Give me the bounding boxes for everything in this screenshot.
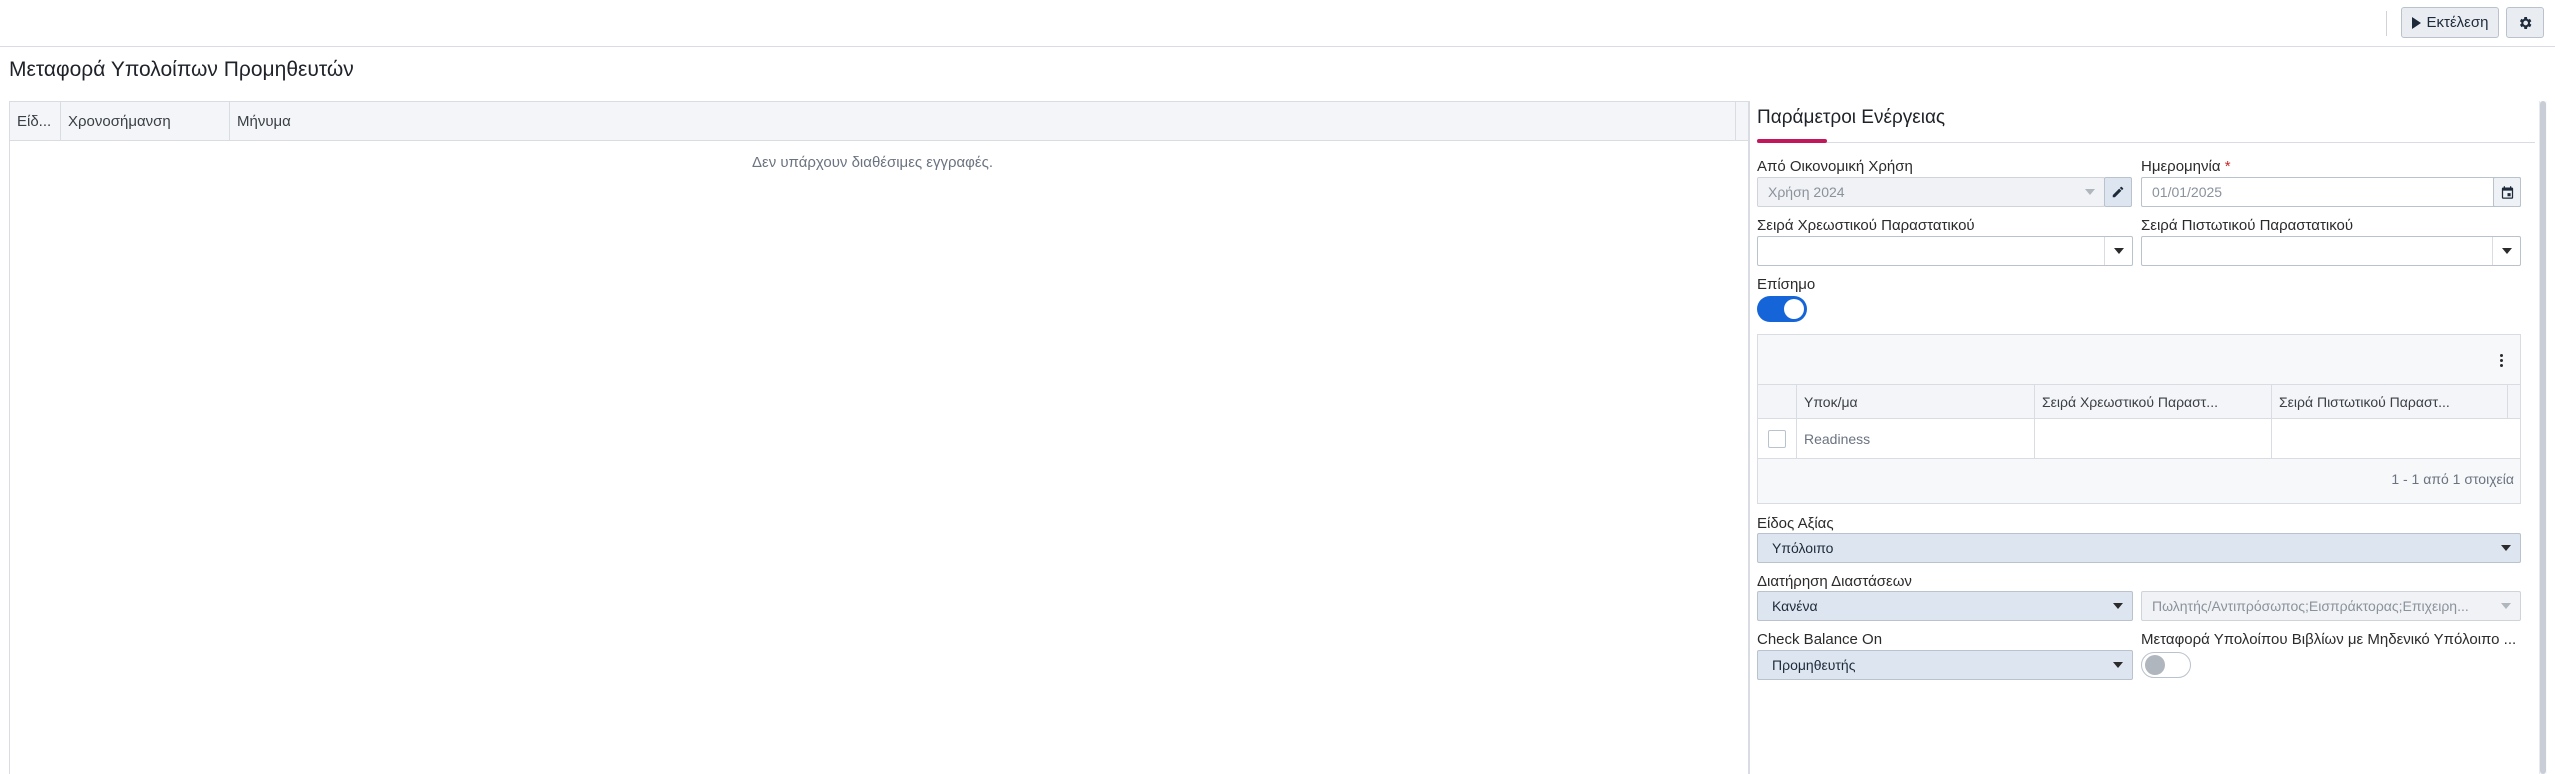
- page-title: Μεταφορά Υπολοίπων Προμηθευτών: [9, 58, 354, 81]
- date-value: 01/01/2025: [2152, 184, 2223, 200]
- row-select-cell: [1758, 419, 1797, 458]
- credit-series-label: Σειρά Πιστωτικού Παραστατικού: [2141, 217, 2354, 234]
- column-header-message[interactable]: Μήνυμα: [230, 102, 1735, 141]
- toggle-knob: [2145, 655, 2165, 675]
- toggle-knob: [1784, 299, 1804, 319]
- branch-cell[interactable]: Readiness: [1797, 419, 2035, 458]
- value-type-label: Είδος Αξίας: [1757, 515, 1834, 532]
- check-balance-on-value: Προμηθευτής: [1772, 657, 1856, 673]
- credit-series-cell[interactable]: [2272, 419, 2522, 458]
- dimensions-detail-value: Πωλητής/Αντιπρόσωπος;Εισπράκτορας;Επιχει…: [2152, 598, 2469, 614]
- toolbar-separator: [2386, 11, 2387, 36]
- required-mark: *: [2224, 158, 2231, 175]
- transfer-zero-balance-toggle[interactable]: [2141, 652, 2191, 678]
- keep-dimensions-value: Κανένα: [1772, 598, 1818, 614]
- branch-grid-toolbar: [1758, 335, 2520, 385]
- dimensions-detail-select[interactable]: Πωλητής/Αντιπρόσωπος;Εισπράκτορας;Επιχει…: [2141, 591, 2521, 621]
- branch-grid: Υποκ/μα Σειρά Χρεωστικού Παραστ... Σειρά…: [1757, 334, 2521, 504]
- empty-records-message: Δεν υπάρχουν διαθέσιμες εγγραφές.: [751, 154, 993, 171]
- calendar-icon: [2501, 185, 2513, 199]
- pencil-icon: [2112, 186, 2124, 198]
- play-icon: [2411, 16, 2421, 29]
- official-label: Επίσημο: [1757, 276, 1816, 293]
- value-type-select[interactable]: Υπόλοιπο: [1757, 533, 2521, 563]
- branch-grid-header: Υποκ/μα Σειρά Χρεωστικού Παραστ... Σειρά…: [1758, 385, 2520, 419]
- chevron-down-icon: [2076, 178, 2104, 206]
- debit-series-label: Σειρά Χρεωστικού Παραστατικού: [1757, 217, 1975, 234]
- from-fiscal-year-value: Χρήση 2024: [1768, 184, 1845, 200]
- settings-button[interactable]: [2506, 7, 2544, 38]
- date-label-text: Ημερομηνία: [2141, 158, 2221, 175]
- from-fiscal-year-select[interactable]: Χρήση 2024: [1757, 177, 2105, 207]
- column-header-branch[interactable]: Υποκ/μα: [1797, 385, 2035, 418]
- chevron-down-icon: [2104, 237, 2132, 265]
- log-grid-header: Είδ... Χρονοσήμανση Μήνυμα: [10, 102, 1748, 141]
- parameters-title: Παράμετροι Ενέργειας: [1757, 107, 1946, 128]
- table-row[interactable]: Readiness: [1758, 419, 2520, 459]
- chevron-down-icon: [2104, 592, 2132, 620]
- transfer-zero-balance-label: Μεταφορά Υπολοίπου Βιβλίων με Μηδενικό Υ…: [2141, 631, 2517, 648]
- top-toolbar: Εκτέλεση: [0, 0, 2555, 47]
- keep-dimensions-label: Διατήρηση Διαστάσεων: [1757, 573, 1912, 590]
- panel-scrollbar-thumb[interactable]: [2540, 101, 2546, 774]
- pager-info: 1 - 1 από 1 στοιχεία: [2391, 471, 2514, 487]
- debit-series-select[interactable]: [1757, 236, 2133, 266]
- title-accent-bar: [1757, 139, 1827, 143]
- title-divider: [1757, 142, 2535, 143]
- more-options-icon[interactable]: [2496, 350, 2506, 370]
- check-balance-on-select[interactable]: Προμηθευτής: [1757, 650, 2133, 680]
- column-header-debit-series[interactable]: Σειρά Χρεωστικού Παραστ...: [2035, 385, 2272, 418]
- date-input[interactable]: 01/01/2025: [2141, 177, 2521, 207]
- column-header-credit-series[interactable]: Σειρά Πιστωτικού Παραστ...: [2272, 385, 2508, 418]
- edit-fiscal-year-button[interactable]: [2104, 177, 2132, 207]
- check-balance-on-label: Check Balance On: [1757, 631, 1883, 648]
- chevron-down-icon: [2492, 592, 2520, 620]
- date-picker-button[interactable]: [2493, 177, 2521, 207]
- from-fiscal-year-label: Από Οικονομική Χρήση: [1757, 158, 1913, 175]
- gear-icon: [2519, 16, 2532, 29]
- chevron-down-icon: [2492, 534, 2520, 562]
- date-label: Ημερομηνία *: [2141, 158, 2231, 175]
- credit-series-select[interactable]: [2141, 236, 2521, 266]
- debit-series-cell[interactable]: [2035, 419, 2272, 458]
- chevron-down-icon: [2492, 237, 2520, 265]
- column-header-type[interactable]: Είδ...: [10, 102, 61, 141]
- column-divider: [1735, 102, 1736, 141]
- value-type-value: Υπόλοιπο: [1772, 540, 1834, 556]
- keep-dimensions-select[interactable]: Κανένα: [1757, 591, 2133, 621]
- run-button[interactable]: Εκτέλεση: [2401, 7, 2499, 38]
- log-grid: Είδ... Χρονοσήμανση Μήνυμα Δεν υπάρχουν …: [9, 101, 1749, 774]
- row-checkbox[interactable]: [1768, 429, 1786, 448]
- chevron-down-icon: [2104, 651, 2132, 679]
- select-column-header: [1758, 385, 1797, 418]
- official-toggle[interactable]: [1757, 296, 1807, 322]
- column-header-timestamp[interactable]: Χρονοσήμανση: [61, 102, 230, 141]
- run-button-label: Εκτέλεση: [2426, 14, 2489, 31]
